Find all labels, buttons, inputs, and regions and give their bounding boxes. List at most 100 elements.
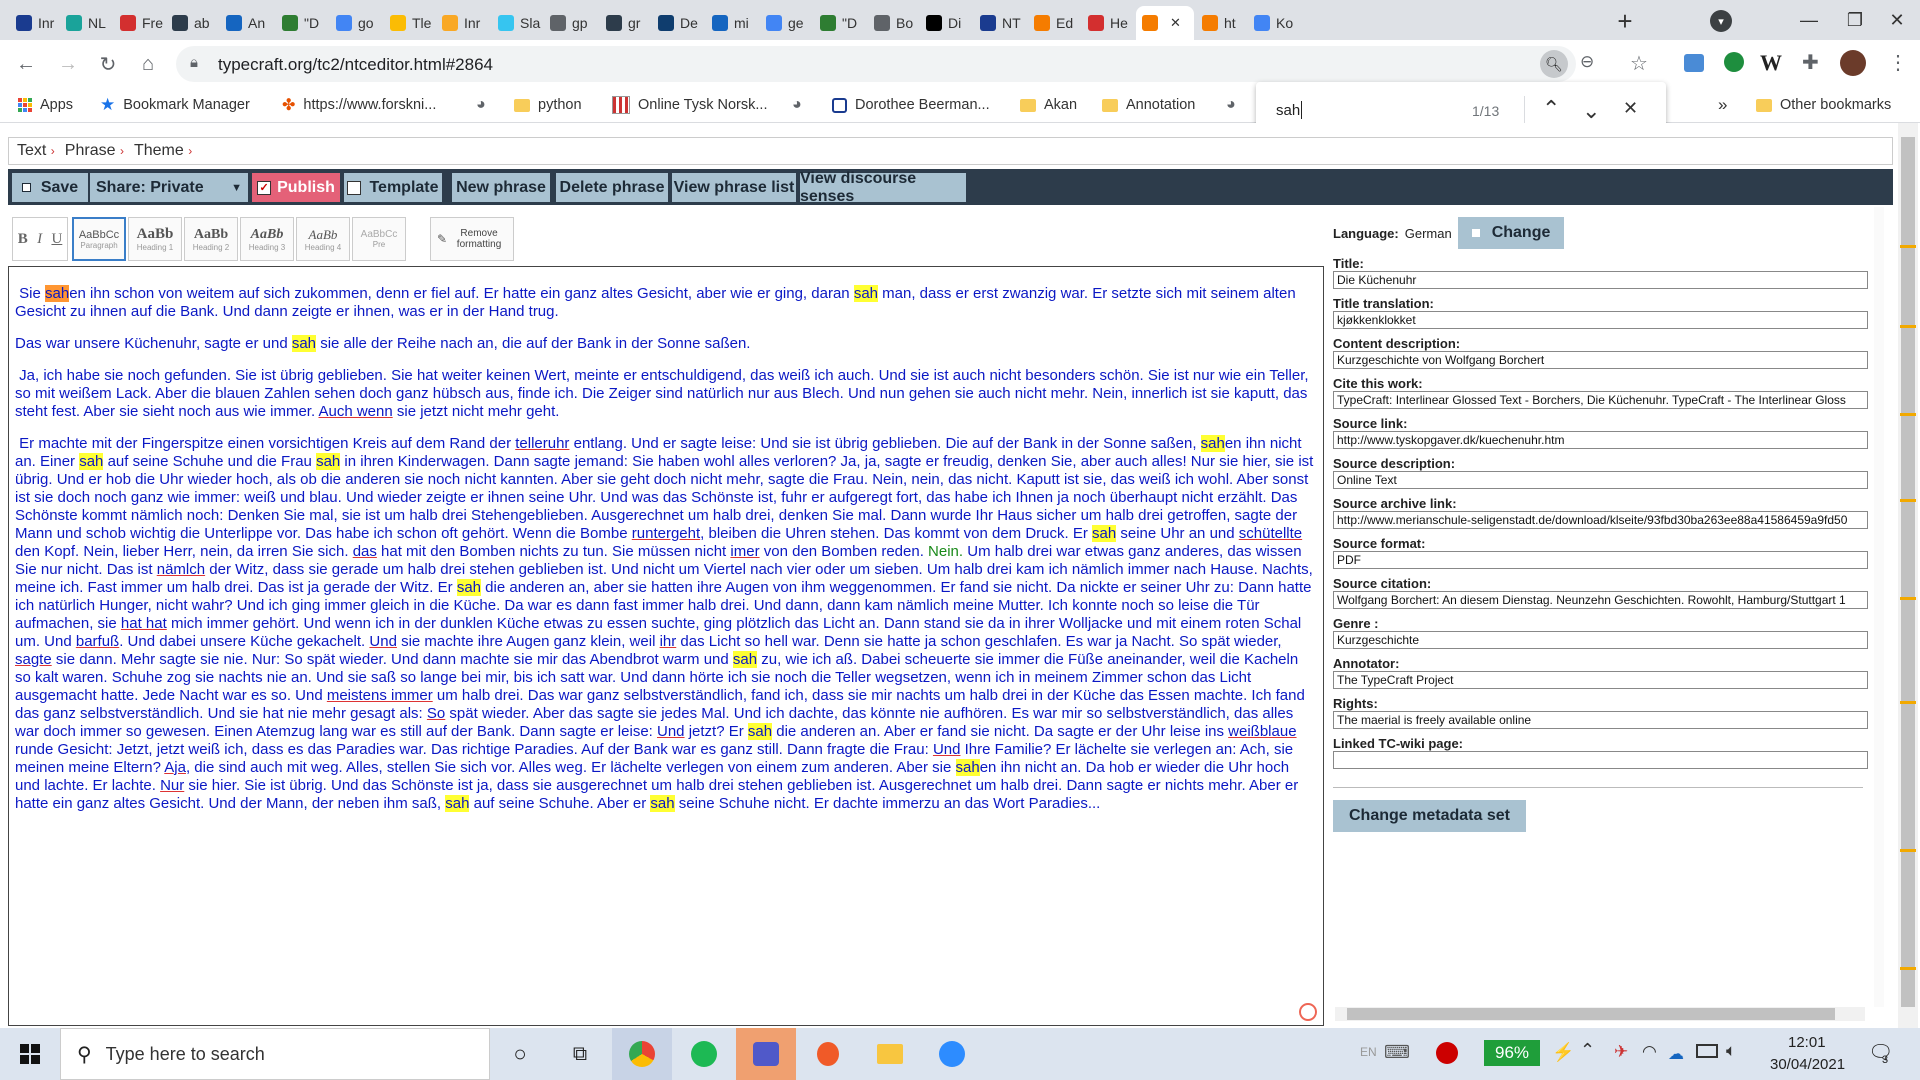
browser-tab[interactable]: Inr (436, 6, 488, 40)
language-indicator[interactable]: EN (1360, 1045, 1377, 1059)
clock-date[interactable]: 30/04/2021 (1770, 1056, 1845, 1073)
browser-menu-icon[interactable]: ⋮ (1888, 50, 1908, 75)
browser-tab[interactable]: Fre (114, 6, 166, 40)
metadata-field-input[interactable]: Die Küchenuhr (1333, 271, 1868, 289)
close-tab-icon[interactable]: ✕ (1170, 15, 1181, 31)
browser-tab[interactable]: mi (706, 6, 758, 40)
metadata-field-input[interactable]: Kurzgeschichte (1333, 631, 1868, 649)
metadata-field-input[interactable]: Online Text (1333, 471, 1868, 489)
browser-tab[interactable]: De (652, 6, 704, 40)
browser-tab[interactable]: Bo (868, 6, 920, 40)
bookmark-forskning[interactable]: ✤ https://www.forskni... (282, 94, 436, 116)
bookmark-tysk[interactable]: Online Tysk Norsk... (612, 94, 767, 116)
browser-tab[interactable]: ht (1196, 6, 1248, 40)
find-input[interactable]: sah (1276, 102, 1300, 119)
back-icon[interactable]: ← (12, 50, 40, 78)
panel-scrollbar-horizontal[interactable] (1335, 1007, 1865, 1021)
reload-icon[interactable]: ↻ (94, 50, 122, 78)
battery-icon[interactable] (1696, 1044, 1718, 1058)
browser-tab[interactable]: "D (814, 6, 866, 40)
bookmark-globe-2[interactable]: ◕ (792, 94, 802, 116)
forward-icon[interactable]: → (54, 50, 82, 78)
italic-button[interactable]: I (37, 231, 42, 248)
breadcrumb-text[interactable]: Text › (17, 142, 55, 160)
save-button[interactable]: Save (12, 173, 88, 202)
bookmark-globe-3[interactable]: ◕ (1226, 94, 1236, 116)
spotify-icon[interactable] (674, 1028, 734, 1080)
bookmark-star-icon[interactable]: ☆ (1630, 51, 1648, 76)
browser-tab[interactable]: go (330, 6, 382, 40)
change-language-button[interactable]: Change (1457, 217, 1565, 249)
browser-tab[interactable]: NT (974, 6, 1026, 40)
metadata-field-input[interactable]: http://www.tyskopgaver.dk/kuechenuhr.htm (1333, 431, 1868, 449)
tab-search-icon[interactable]: ▾ (1710, 10, 1732, 32)
metadata-field-input[interactable]: PDF (1333, 551, 1868, 569)
extension-translate-icon[interactable] (1684, 54, 1704, 72)
browser-tab[interactable]: "D (276, 6, 328, 40)
app-orange-icon[interactable] (798, 1028, 858, 1080)
browser-tab[interactable]: ge (760, 6, 812, 40)
bookmark-annotation[interactable]: Annotation (1102, 94, 1195, 116)
new-phrase-button[interactable]: New phrase (452, 173, 550, 202)
breadcrumb-phrase[interactable]: Phrase › (65, 142, 124, 160)
taskbar-search-box[interactable]: ⚲ Type here to search (60, 1028, 490, 1080)
heading1-style-button[interactable]: AaBb Heading 1 (128, 217, 182, 261)
wikipedia-extension-icon[interactable]: W (1760, 50, 1782, 76)
file-explorer-icon[interactable] (860, 1028, 920, 1080)
app-tray-red-icon[interactable] (1436, 1042, 1458, 1064)
home-icon[interactable]: ⌂ (134, 50, 162, 78)
metadata-field-input[interactable]: The maerial is freely available online (1333, 711, 1868, 729)
bookmark-beerman[interactable]: Dorothee Beerman... (832, 94, 990, 116)
browser-tab[interactable]: NL (60, 6, 112, 40)
bookmark-apps[interactable]: Apps (18, 94, 73, 116)
chrome-taskbar-icon[interactable] (612, 1028, 672, 1080)
wifi-icon[interactable]: ◠ (1642, 1042, 1657, 1062)
find-previous-icon[interactable]: ⌃ (1542, 96, 1560, 122)
metadata-field-input[interactable]: Kurzgeschichte von Wolfgang Borchert (1333, 351, 1868, 369)
battery-indicator[interactable]: 96% (1484, 1040, 1540, 1066)
bookmark-python[interactable]: python (514, 94, 582, 116)
panel-scrollbar-vertical[interactable] (1874, 207, 1884, 1007)
address-bar[interactable]: 🔒︎ typecraft.org/tc2/ntceditor.html#2864… (176, 46, 1648, 82)
metadata-field-input[interactable]: kjøkkenklokket (1333, 311, 1868, 329)
browser-tab[interactable]: Tle (384, 6, 436, 40)
windows-start-icon[interactable] (0, 1028, 60, 1080)
heading2-style-button[interactable]: AaBb Heading 2 (184, 217, 238, 261)
publish-checkbox[interactable]: ✓ (257, 180, 272, 195)
zoom-app-icon[interactable] (922, 1028, 982, 1080)
close-window-icon[interactable]: ✕ (1874, 0, 1920, 40)
template-button[interactable]: Template (344, 173, 442, 202)
tray-chevron-icon[interactable]: ⌃ (1580, 1040, 1595, 1061)
new-tab-button[interactable]: + (1610, 6, 1640, 36)
bookmark-other[interactable]: Other bookmarks (1756, 94, 1891, 116)
browser-tab[interactable]: He (1082, 6, 1134, 40)
browser-tab[interactable]: Ed (1028, 6, 1080, 40)
zoom-icon[interactable]: ⊖ (1580, 52, 1594, 72)
text-editor[interactable]: Sie sahen ihn schon von weitem auf sich … (8, 266, 1324, 1026)
delete-phrase-button[interactable]: Delete phrase (556, 173, 668, 202)
browser-tab[interactable]: ✕ (1136, 6, 1194, 40)
heading3-style-button[interactable]: AaBb Heading 3 (240, 217, 294, 261)
pre-style-button[interactable]: AaBbCc Pre (352, 217, 406, 261)
remove-formatting-button[interactable]: ✎ Remove formatting (430, 217, 514, 261)
underline-button[interactable]: U (51, 231, 62, 248)
browser-tab[interactable]: gp (544, 6, 596, 40)
scroll-thumb[interactable] (1347, 1008, 1835, 1020)
metadata-field-input[interactable]: Wolfgang Borchert: An diesem Dienstag. N… (1333, 591, 1868, 609)
bookmark-globe[interactable]: ◕ (476, 94, 486, 116)
change-metadata-set-button[interactable]: Change metadata set (1333, 800, 1526, 832)
restore-icon[interactable]: ❐ (1832, 0, 1878, 40)
browser-tab[interactable]: Sla (492, 6, 544, 40)
find-page-icon[interactable]: 🔍︎ (1540, 50, 1568, 78)
metadata-field-input[interactable] (1333, 751, 1868, 769)
heading4-style-button[interactable]: AaBb Heading 4 (296, 217, 350, 261)
find-close-icon[interactable]: ✕ (1623, 98, 1638, 119)
volume-icon[interactable]: 🔈︎ (1726, 1041, 1736, 1061)
spellcheck-extension-icon[interactable] (1299, 1003, 1317, 1021)
onedrive-icon[interactable]: ☁ (1668, 1044, 1684, 1064)
extension-green-icon[interactable] (1724, 52, 1744, 72)
browser-tab[interactable]: Di (920, 6, 972, 40)
extensions-puzzle-icon[interactable]: ✚ (1802, 50, 1819, 75)
browser-tab[interactable]: ab (166, 6, 218, 40)
metadata-field-input[interactable]: The TypeCraft Project (1333, 671, 1868, 689)
